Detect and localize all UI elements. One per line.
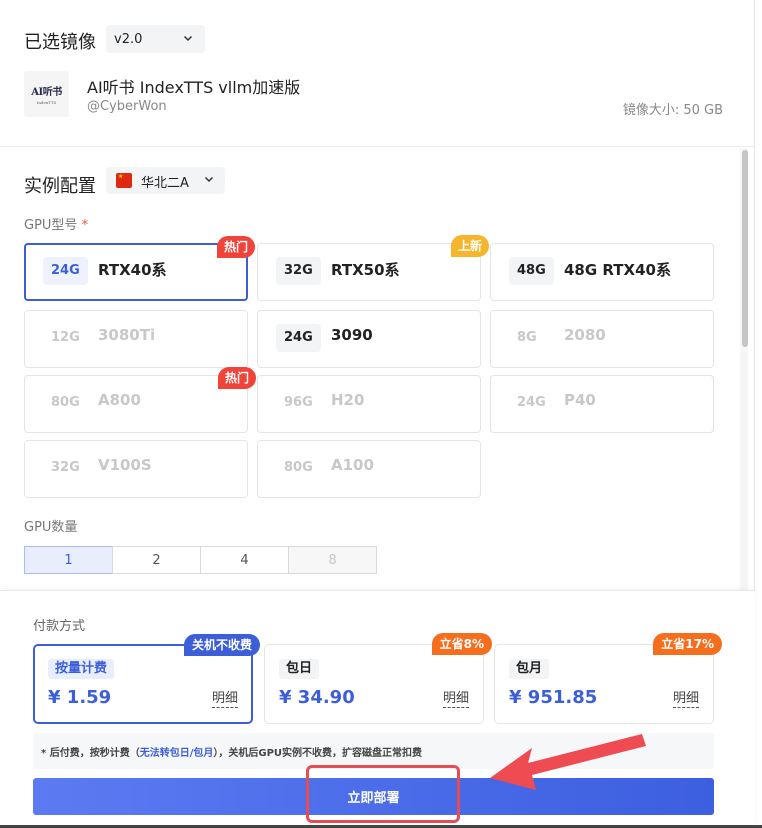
gpu-model-name: RTX40系 — [98, 261, 167, 279]
gpu-model-name: 3080Ti — [98, 326, 156, 344]
gpu-model-name: P40 — [564, 391, 596, 409]
gpu-card: 32G V100S — [24, 440, 248, 498]
image-author: @CyberWon — [87, 99, 167, 114]
gpu-memory: 24G — [43, 257, 88, 285]
gpu-card[interactable]: 24G 3090 — [257, 310, 481, 368]
deploy-panel: 已选镜像 v2.0 AI听书 IndexTTS AI听书 IndexTTS vl… — [0, 0, 755, 828]
gpu-tag-badge: 热门 — [217, 367, 256, 389]
gpu-model-label: GPU型号 * — [24, 218, 89, 233]
image-name: AI听书 IndexTTS vllm加速版 — [87, 78, 301, 97]
gpu-model-name: 3090 — [331, 326, 373, 344]
gpu-memory: 8G — [517, 330, 537, 345]
gpu-model-name: A100 — [331, 456, 374, 474]
required-mark: * — [81, 218, 89, 233]
chevron-down-icon — [183, 35, 193, 42]
gpu-count-option[interactable]: 4 — [200, 546, 289, 574]
gpu-model-name: A800 — [98, 391, 141, 409]
gpu-memory: 24G — [517, 395, 546, 410]
gpu-card[interactable]: 32G RTX50系 上新 — [257, 235, 489, 301]
gpu-tag-badge: 上新 — [450, 235, 489, 257]
gpu-card[interactable]: 48G 48G RTX40系 — [490, 243, 714, 301]
gpu-memory: 12G — [51, 330, 80, 345]
gpu-model-name: 2080 — [564, 326, 606, 344]
gpu-count-selector: 1248 — [24, 546, 377, 574]
gpu-card[interactable]: 24G RTX40系 热门 — [24, 236, 255, 301]
gpu-card: 12G 3080Ti — [24, 310, 248, 368]
payment-tag-badge: 关机不收费 — [183, 634, 260, 656]
gpu-count-option[interactable]: 2 — [112, 546, 201, 574]
payment-panel: 付款方式 按量计费 ¥ 1.59 明细 关机不收费 包日 ¥ 34.90 明细 立省8% 包月 ¥… — [0, 590, 755, 828]
payment-tag-badge: 立省8% — [431, 633, 492, 655]
gpu-tag-badge: 热门 — [216, 236, 255, 258]
payment-detail-link[interactable]: 明细 — [672, 691, 699, 708]
gpu-model-name: H20 — [331, 391, 365, 409]
region-value: 华北二A — [141, 176, 189, 191]
gpu-memory: 32G — [276, 257, 321, 285]
gpu-model-name: 48G RTX40系 — [564, 261, 671, 279]
image-size: 镜像大小: 50 GB — [622, 103, 723, 118]
version-value: v2.0 — [114, 31, 143, 47]
payment-tag-badge: 立省17% — [653, 633, 722, 655]
payment-detail-link[interactable]: 明细 — [442, 691, 469, 708]
gpu-memory: 32G — [51, 460, 80, 475]
logo-text: AI听书 — [31, 87, 62, 98]
payment-option-card[interactable]: 包日 ¥ 34.90 明细 立省8% — [264, 633, 492, 724]
payment-option-price: ¥ 1.59 — [48, 687, 112, 708]
gpu-memory: 48G — [509, 257, 554, 285]
payment-title: 付款方式 — [33, 619, 86, 634]
image-logo: AI听书 IndexTTS — [24, 71, 69, 117]
gpu-memory: 96G — [284, 395, 313, 410]
gpu-count-option: 8 — [288, 546, 377, 574]
gpu-memory: 80G — [51, 395, 80, 410]
selected-image-section: 已选镜像 v2.0 AI听书 IndexTTS AI听书 IndexTTS vl… — [0, 0, 755, 147]
gpu-card: 80G A100 — [257, 440, 481, 498]
gpu-model-name: V100S — [98, 456, 152, 474]
gpu-count-option[interactable]: 1 — [24, 546, 113, 574]
deploy-button[interactable]: 立即部署 — [33, 778, 714, 815]
gpu-card: 96G H20 — [257, 375, 481, 433]
scrollbar-thumb[interactable] — [742, 150, 748, 347]
gpu-card: 24G P40 — [490, 375, 714, 433]
gpu-card: 8G 2080 — [490, 310, 714, 368]
logo-subtext: IndexTTS — [36, 100, 57, 105]
payment-option-card[interactable]: 按量计费 ¥ 1.59 明细 关机不收费 — [33, 634, 260, 724]
instance-config-title: 实例配置 — [24, 176, 96, 197]
gpu-count-label: GPU数量 — [24, 520, 78, 535]
payment-option-name: 包月 — [509, 659, 550, 679]
payment-option-price: ¥ 951.85 — [509, 687, 598, 708]
cn-flag-icon: ★ — [116, 173, 132, 188]
chevron-down-icon — [204, 176, 214, 183]
gpu-memory: 80G — [284, 460, 313, 475]
selected-image-title: 已选镜像 — [24, 32, 96, 53]
billing-note: * 后付费，按秒计费（无法转包日/包月），关机后GPU实例不收费，扩容磁盘正常扣… — [33, 733, 714, 769]
payment-option-name: 按量计费 — [48, 659, 115, 679]
payment-option-price: ¥ 34.90 — [279, 687, 355, 708]
gpu-card: 80G A800 热门 — [24, 367, 256, 433]
version-select[interactable]: v2.0 — [106, 25, 205, 53]
billing-note-highlight: 无法转包日/包月 — [139, 748, 214, 759]
payment-detail-link[interactable]: 明细 — [211, 691, 238, 708]
gpu-model-name: RTX50系 — [331, 261, 400, 279]
payment-option-card[interactable]: 包月 ¥ 951.85 明细 立省17% — [494, 633, 722, 724]
payment-option-name: 包日 — [279, 659, 320, 679]
gpu-memory: 24G — [276, 324, 321, 352]
region-select[interactable]: ★ 华北二A — [106, 167, 225, 194]
